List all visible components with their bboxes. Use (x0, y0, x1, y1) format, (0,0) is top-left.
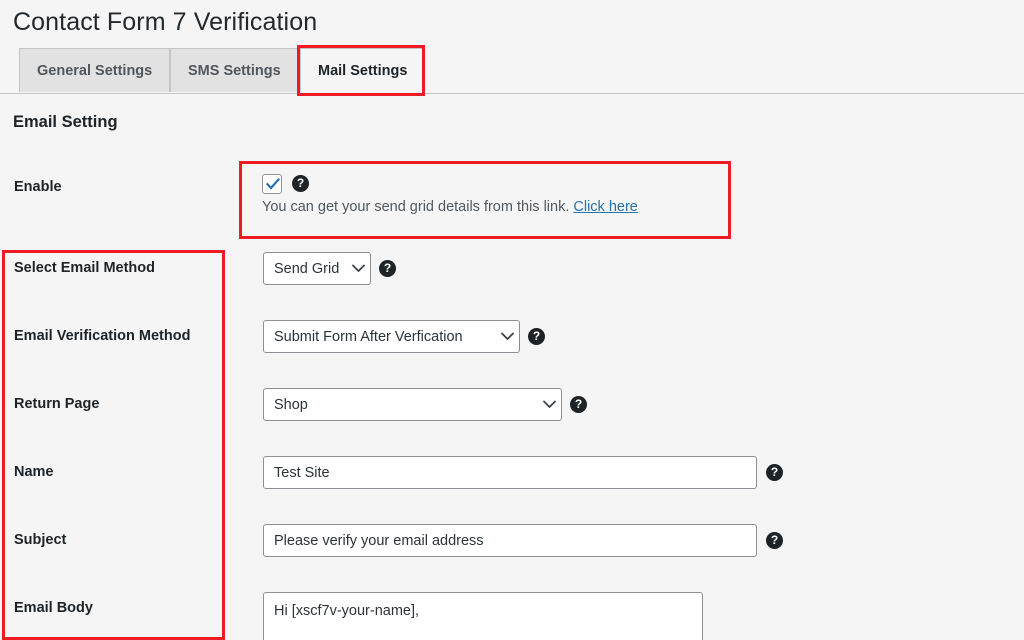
tab-mail-settings[interactable]: Mail Settings (300, 48, 426, 92)
email-body-textarea[interactable]: Hi [xscf7v-your-name], (263, 592, 703, 640)
chevron-down-icon (346, 264, 370, 273)
label-enable: Enable (14, 179, 62, 195)
page-title: Contact Form 7 Verification (13, 8, 318, 36)
settings-page: Contact Form 7 Verification General Sett… (0, 0, 1024, 640)
tab-general-settings[interactable]: General Settings (19, 48, 171, 92)
label-subject: Subject (14, 532, 67, 548)
select-email-verification-method-value: Submit Form After Verfication (274, 328, 463, 345)
section-heading-email-setting: Email Setting (13, 113, 118, 131)
send-grid-link[interactable]: Click here (573, 199, 637, 215)
help-icon-name[interactable]: ? (766, 464, 783, 481)
select-email-method[interactable]: Send Grid (263, 252, 371, 285)
enable-checkbox[interactable] (262, 174, 282, 194)
label-select-email-method: Select Email Method (14, 260, 156, 276)
help-icon-email-method[interactable]: ? (379, 260, 396, 277)
enable-hint-text: You can get your send grid details from … (262, 199, 638, 215)
help-icon-subject[interactable]: ? (766, 532, 783, 549)
select-email-verification-method[interactable]: Submit Form After Verfication (263, 320, 520, 353)
field-labels-highlight (2, 250, 225, 640)
chevron-down-icon (495, 332, 519, 341)
select-email-method-value: Send Grid (274, 260, 340, 277)
checkmark-icon (265, 177, 281, 190)
tab-sms-settings[interactable]: SMS Settings (170, 48, 299, 92)
subject-input[interactable] (263, 524, 757, 557)
tab-bar: General Settings SMS Settings Mail Setti… (0, 48, 1024, 94)
chevron-down-icon (537, 400, 561, 409)
label-name: Name (14, 464, 54, 480)
select-return-page[interactable]: Shop (263, 388, 562, 421)
name-input[interactable] (263, 456, 757, 489)
select-return-page-value: Shop (274, 396, 308, 413)
enable-hint-prefix: You can get your send grid details from … (262, 199, 574, 215)
help-icon-return-page[interactable]: ? (570, 396, 587, 413)
help-icon-enable[interactable]: ? (292, 175, 309, 192)
label-return-page: Return Page (14, 396, 100, 412)
label-email-body: Email Body (14, 600, 93, 616)
help-icon-verification-method[interactable]: ? (528, 328, 545, 345)
label-email-verification-method: Email Verification Method (14, 328, 191, 344)
